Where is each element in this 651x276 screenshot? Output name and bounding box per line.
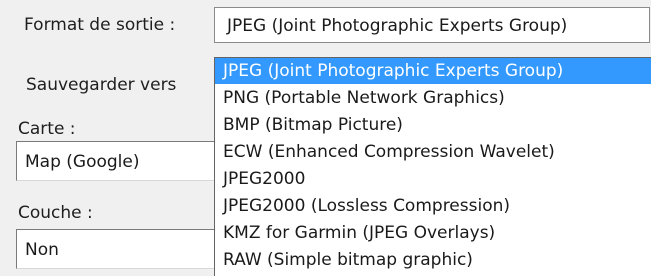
map-label: Carte : <box>18 119 76 139</box>
map-select-value: Map (Google) <box>25 152 140 172</box>
output-format-select[interactable]: JPEG (Joint Photographic Experts Group) <box>214 7 650 43</box>
save-to-label: Sauvegarder vers <box>26 75 177 95</box>
export-dialog: Format de sortie : JPEG (Joint Photograp… <box>0 0 651 276</box>
layer-select[interactable]: Non <box>16 229 236 269</box>
layer-label: Couche : <box>18 203 93 223</box>
format-option-kmz-garmin[interactable]: KMZ for Garmin (JPEG Overlays) <box>215 220 651 246</box>
output-format-selected-value: JPEG (Joint Photographic Experts Group) <box>227 16 568 36</box>
format-option-bmp[interactable]: BMP (Bitmap Picture) <box>215 112 651 138</box>
layer-select-value: Non <box>25 240 59 260</box>
format-option-raw[interactable]: RAW (Simple bitmap graphic) <box>215 247 651 273</box>
format-option-jpeg2000-lossless[interactable]: JPEG2000 (Lossless Compression) <box>215 193 651 219</box>
format-option-jpeg2000[interactable]: JPEG2000 <box>215 166 651 192</box>
output-format-label: Format de sortie : <box>24 15 176 35</box>
format-option-png[interactable]: PNG (Portable Network Graphics) <box>215 85 651 111</box>
format-option-ecw[interactable]: ECW (Enhanced Compression Wavelet) <box>215 139 651 165</box>
format-option-jpeg[interactable]: JPEG (Joint Photographic Experts Group) <box>215 58 651 84</box>
output-format-dropdown-list: JPEG (Joint Photographic Experts Group) … <box>214 57 651 276</box>
map-select[interactable]: Map (Google) <box>16 141 236 181</box>
